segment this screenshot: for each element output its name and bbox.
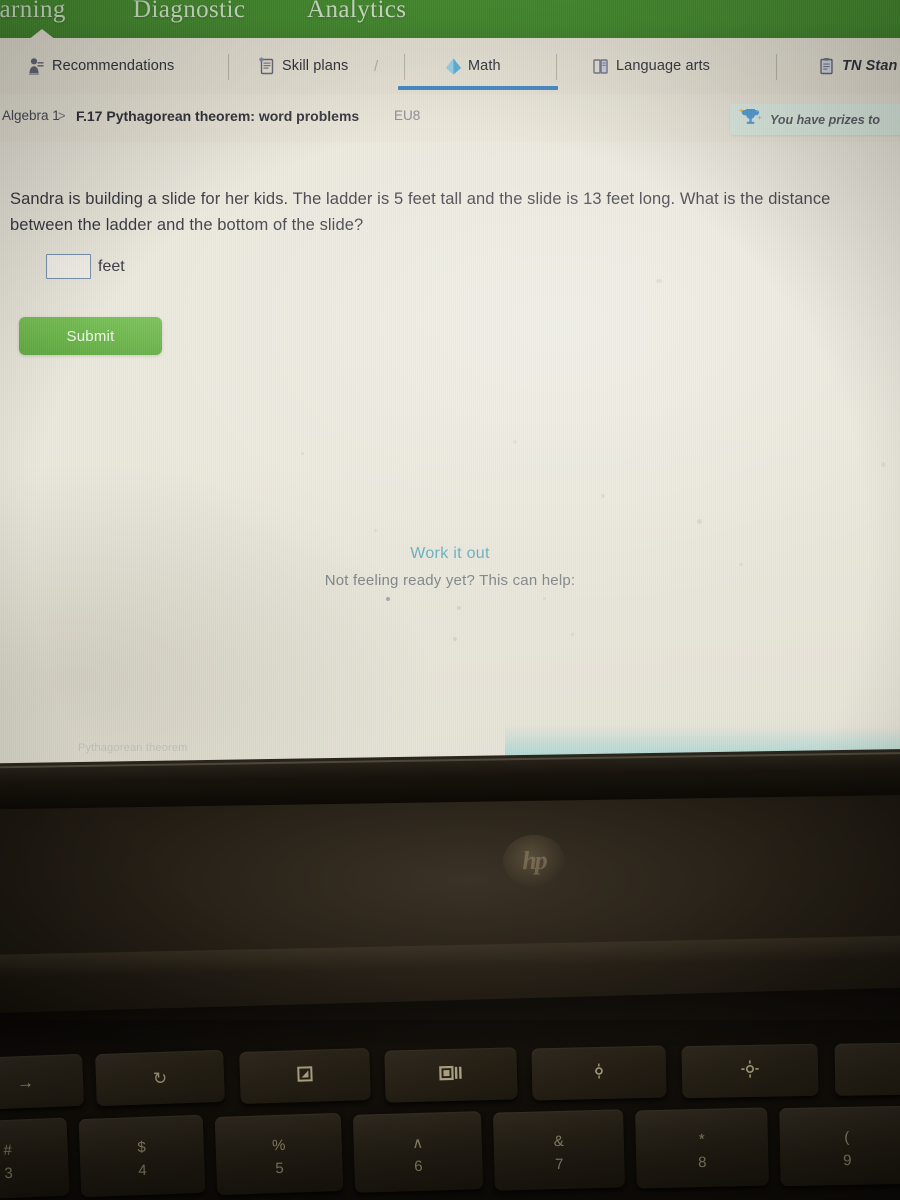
window-split-icon <box>438 1062 465 1088</box>
key-3[interactable]: # 3 <box>0 1117 70 1200</box>
active-tab-indicator <box>398 86 558 90</box>
work-it-out-section: Work it out Not feeling ready yet? This … <box>0 545 900 601</box>
tab-pointer-triangle <box>28 29 56 40</box>
tab-tn-standards[interactable]: TN Stan <box>818 48 897 84</box>
tab-math[interactable]: Math <box>444 48 501 84</box>
tab-divider-3 <box>556 54 557 80</box>
breadcrumb-skill-code: EU8 <box>394 108 421 123</box>
key-7-digit: 7 <box>554 1155 564 1174</box>
breadcrumb-course[interactable]: Algebra 1 <box>2 108 60 123</box>
math-diamond-icon <box>444 57 461 75</box>
key-4[interactable]: $ 4 <box>78 1114 206 1198</box>
answer-input[interactable] <box>46 254 91 279</box>
topnav-analytics[interactable]: Analytics <box>307 0 406 24</box>
key-8-symbol: * <box>698 1130 705 1149</box>
submit-button-label: Submit <box>66 327 115 345</box>
tab-language-arts-label: Language arts <box>616 58 711 74</box>
key-window-split[interactable] <box>384 1047 518 1103</box>
help-bullet-icon <box>386 597 390 601</box>
key-refresh[interactable]: ↻ <box>95 1049 225 1107</box>
question-area: Sandra is building a slide for her kids.… <box>0 142 900 772</box>
tab-divider-1 <box>228 54 229 80</box>
key-5-digit: 5 <box>275 1159 284 1178</box>
tab-language-arts[interactable]: Language arts <box>592 48 710 84</box>
breadcrumb-skill-title: F.17 Pythagorean theorem: word problems <box>76 108 360 124</box>
key-6-symbol: ∧ <box>411 1134 424 1153</box>
key-7-symbol: & <box>553 1132 564 1151</box>
key-9[interactable]: ( 9 <box>779 1105 900 1187</box>
key-9-digit: 9 <box>842 1151 852 1170</box>
arrow-right-icon: → <box>16 1072 35 1092</box>
key-brightness-up[interactable] <box>681 1043 819 1099</box>
key-8-digit: 8 <box>697 1153 707 1172</box>
key-5[interactable]: % 5 <box>214 1112 344 1196</box>
topnav-diagnostic[interactable]: Diagnostic <box>133 0 245 24</box>
prizes-banner[interactable]: You have prizes to <box>730 104 900 135</box>
help-link-pythagorean-theorem[interactable]: Pythagorean theorem <box>78 742 188 754</box>
skill-plans-icon <box>258 57 275 75</box>
book-icon <box>592 57 609 75</box>
key-4-symbol: $ <box>137 1138 147 1157</box>
question-text: Sandra is building a slide for her kids.… <box>10 190 831 234</box>
work-it-out-title: Work it out <box>410 545 490 562</box>
key-window-restore[interactable] <box>239 1047 371 1105</box>
key-3-symbol: # <box>3 1141 13 1160</box>
tab-divider-4 <box>776 54 777 80</box>
brightness-high-icon <box>741 1059 759 1082</box>
tab-divider-2 <box>404 54 405 80</box>
tab-skill-plans-label: Skill plans <box>282 58 349 74</box>
work-it-out-subtitle: Not feeling ready yet? This can help: <box>324 572 576 589</box>
laptop-screen: earning Diagnostic Analytics Reco <box>0 0 900 772</box>
key-9-symbol: ( <box>844 1128 850 1147</box>
key-6[interactable]: ∧ 6 <box>352 1111 484 1193</box>
laptop-photo: earning Diagnostic Analytics Reco <box>0 0 900 1200</box>
submit-button[interactable]: Submit <box>19 317 162 355</box>
window-restore-icon <box>295 1063 316 1089</box>
answer-unit-label: feet <box>98 257 125 275</box>
key-fn-extra[interactable] <box>834 1042 900 1096</box>
key-8[interactable]: * 8 <box>635 1107 769 1189</box>
tab-recommendations-label: Recommendations <box>52 58 175 74</box>
key-tab-arrow[interactable]: → <box>0 1053 84 1111</box>
brightness-low-icon <box>591 1062 607 1083</box>
laptop-keyboard: → ↻ # 3 $ 4 % 5 ∧ 6 & 7 * 8 (9 <box>0 1020 900 1200</box>
tab-tn-standards-label: TN Stan <box>842 58 898 74</box>
key-6-digit: 6 <box>413 1157 423 1176</box>
refresh-icon: ↻ <box>152 1068 168 1088</box>
trophy-icon <box>738 106 764 133</box>
key-brightness-down[interactable] <box>531 1045 667 1101</box>
tab-recommendations[interactable]: Recommendations <box>28 48 174 84</box>
key-4-digit: 4 <box>138 1161 148 1180</box>
answer-row: feet <box>46 254 125 279</box>
key-7[interactable]: & 7 <box>493 1109 625 1191</box>
topnav-learning[interactable]: earning <box>0 0 66 24</box>
tab-skill-plans[interactable]: Skill plans <box>258 48 348 84</box>
hp-logo-text: hp <box>521 845 547 876</box>
key-3-digit: 3 <box>4 1164 14 1183</box>
top-nav-bar: earning Diagnostic Analytics <box>0 0 900 38</box>
tab-math-label: Math <box>468 58 501 74</box>
key-5-symbol: % <box>271 1136 286 1155</box>
clipboard-icon <box>818 57 835 75</box>
prizes-banner-text: You have prizes to <box>770 112 880 127</box>
recommendations-icon <box>28 57 45 75</box>
breadcrumb-chevron-icon: > <box>58 108 66 123</box>
tab-slash-decor: / <box>374 58 379 75</box>
